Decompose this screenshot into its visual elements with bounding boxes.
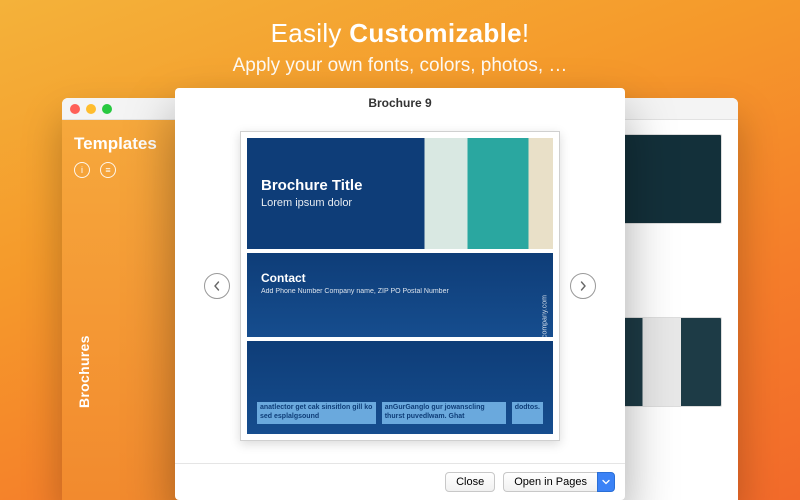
next-template-button[interactable]	[570, 273, 596, 299]
headline-pre: Easily	[271, 18, 350, 48]
open-in-pages-button[interactable]: Open in Pages	[503, 472, 597, 492]
prev-template-button[interactable]	[204, 273, 230, 299]
brochure-contact-heading: Contact	[261, 271, 306, 285]
chevron-left-icon	[212, 281, 222, 291]
headline-post: !	[522, 18, 530, 48]
preview-title: Brochure 9	[175, 88, 625, 116]
brochure-url: www.company.com	[542, 295, 549, 337]
brochure-panel-2: Contact Add Phone Number Company name, Z…	[247, 253, 553, 337]
sidebar-title: Templates	[74, 134, 172, 154]
brochure-body-col: anatlector get cak sinsitlon gill ko sed…	[257, 402, 376, 424]
window-minimize-button[interactable]	[86, 104, 96, 114]
list-icon[interactable]: ≡	[100, 162, 116, 178]
chevron-down-icon	[602, 478, 610, 486]
open-in-pages-menu-button[interactable]	[597, 472, 615, 492]
window-zoom-button[interactable]	[102, 104, 112, 114]
brochure-contact-details: Add Phone Number Company name, ZIP PO Po…	[261, 287, 449, 296]
preview-footer: Close Open in Pages	[175, 463, 625, 500]
marketing-headline: Easily Customizable! Apply your own font…	[0, 0, 800, 77]
headline-bold: Customizable	[349, 18, 522, 48]
info-icon[interactable]: i	[74, 162, 90, 178]
sidebar-category-label: Brochures	[76, 335, 92, 408]
brochure-body-col: dodtos.	[512, 402, 543, 424]
brochure-subtitle: Lorem ipsum dolor	[261, 197, 362, 209]
brochure-panel-1: Brochure Title Lorem ipsum dolor	[247, 138, 553, 249]
brochure-preview: Brochure Title Lorem ipsum dolor Contact…	[240, 131, 560, 441]
template-preview-sheet: Brochure 9 Brochure Title Lorem ipsum do…	[175, 88, 625, 500]
brochure-body-col: anGurGanglo gur jowanscling thurst puved…	[382, 402, 506, 424]
close-button[interactable]: Close	[445, 472, 495, 492]
chevron-right-icon	[578, 281, 588, 291]
brochure-title: Brochure Title	[261, 177, 362, 194]
headline-sub: Apply your own fonts, colors, photos, …	[0, 55, 800, 77]
window-close-button[interactable]	[70, 104, 80, 114]
brochure-panel-3: anatlector get cak sinsitlon gill ko sed…	[247, 341, 553, 434]
sidebar: Templates i ≡ Brochures	[62, 120, 182, 500]
